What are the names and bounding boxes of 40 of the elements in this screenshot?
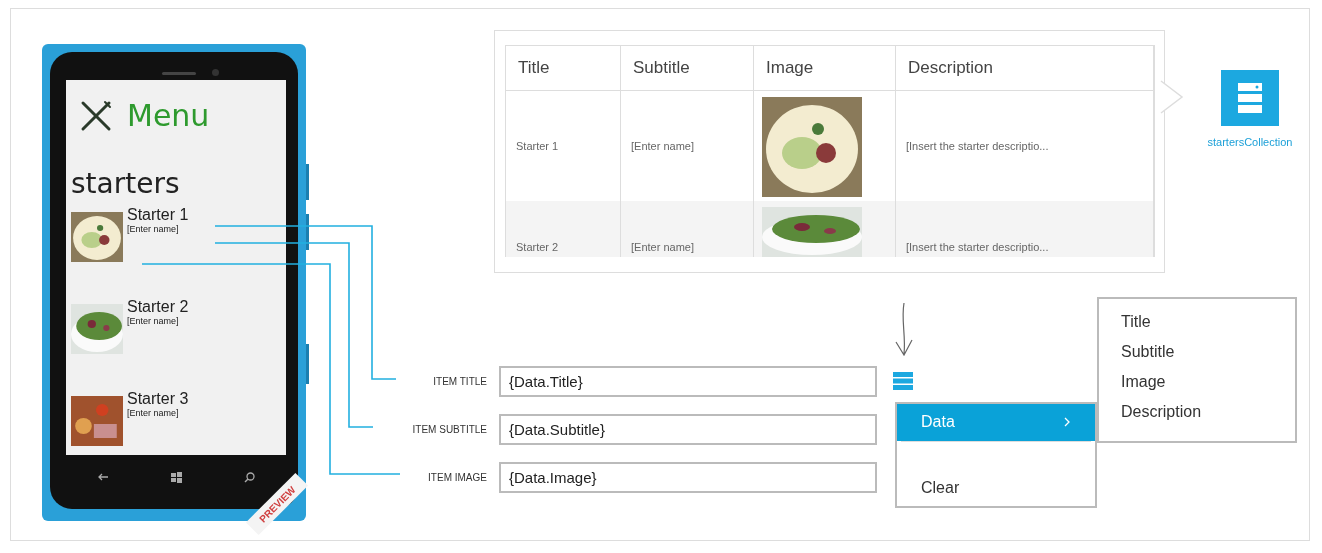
collection-label: startersCollection (1207, 136, 1293, 148)
item-title: Starter 3 (127, 390, 189, 408)
photo-placeholder (71, 304, 123, 354)
field-label: ITEM IMAGE (427, 472, 487, 483)
collection-icon[interactable] (893, 372, 913, 390)
input-field[interactable]: {Data.Title} (499, 366, 877, 397)
photo-placeholder (71, 212, 123, 262)
fork-knife-icon (79, 98, 113, 133)
table-cell: [Insert the starter descriptio... (896, 201, 1154, 257)
side-key (306, 344, 309, 384)
table-cell: Starter 2 (506, 201, 621, 257)
camera-lens (212, 69, 219, 76)
column-header: Title (506, 46, 621, 90)
column-header: Subtitle (621, 46, 754, 90)
app-title: Menu (127, 98, 210, 133)
photo-placeholder (71, 396, 123, 446)
back-icon[interactable] (97, 473, 109, 481)
input-field[interactable]: {Data.Image} (499, 462, 877, 493)
column-header: Image (754, 46, 896, 90)
item-subtitle: [Enter name] (127, 224, 179, 234)
speaker-grille (162, 72, 196, 75)
field-label: ITEM TITLE (432, 376, 487, 387)
menu-item[interactable]: Subtitle (1121, 343, 1175, 361)
column-header: Description (896, 46, 1154, 90)
item-title: Starter 2 (127, 298, 189, 316)
table-cell: [Enter name] (621, 201, 754, 257)
item-subtitle: [Enter name] (127, 316, 179, 326)
input-field[interactable]: {Data.Subtitle} (499, 414, 877, 445)
side-key (306, 164, 309, 200)
menu-item[interactable]: Title (1121, 313, 1151, 331)
menu-item[interactable]: Description (1121, 403, 1202, 421)
search-icon[interactable] (244, 471, 255, 483)
item-title: Starter 1 (127, 206, 189, 224)
side-key (306, 214, 309, 250)
item-subtitle: [Enter name] (127, 408, 179, 418)
windows-icon[interactable] (171, 471, 182, 483)
section-title: starters (71, 167, 181, 200)
menu-item[interactable]: Image (1121, 373, 1166, 391)
field-label: ITEM SUBTITLE (411, 424, 487, 435)
collection-icon[interactable] (1221, 70, 1279, 126)
